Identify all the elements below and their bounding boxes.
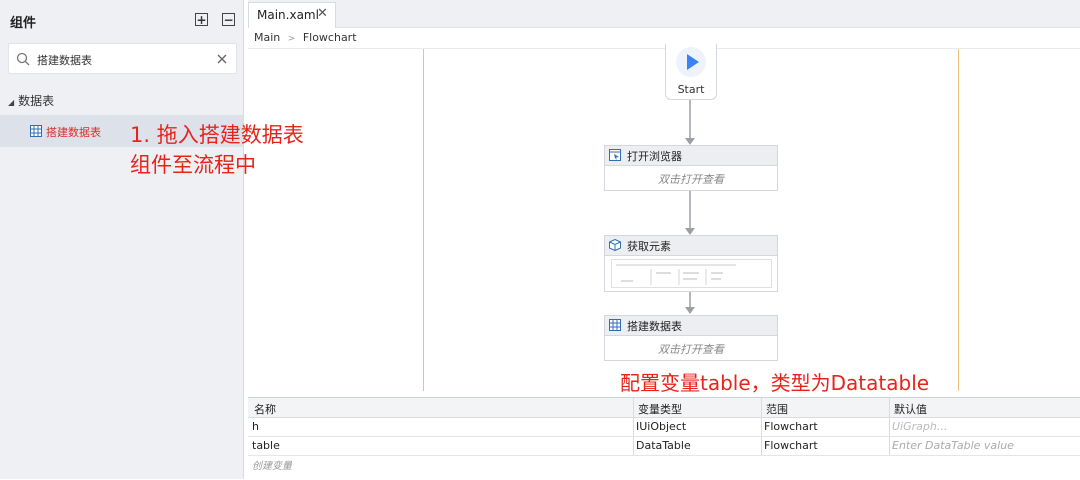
column-divider — [633, 398, 634, 455]
breadcrumb-current[interactable]: Flowchart — [303, 31, 357, 44]
activity-get-element[interactable]: 获取元素 — [604, 235, 778, 292]
column-header-default[interactable]: 默认值 — [894, 401, 927, 417]
table-grid-icon — [30, 125, 42, 137]
collapse-all-button[interactable]: − — [222, 13, 235, 26]
activity-title: 打开浏览器 — [627, 150, 682, 163]
table-grid-icon — [609, 319, 621, 331]
variable-name-cell[interactable]: h — [252, 420, 259, 433]
components-panel: 组件 + − ◢数据表 搭建数据表 — [0, 0, 244, 479]
column-divider — [761, 398, 762, 455]
variable-default-cell[interactable]: UiGraph... — [892, 420, 1072, 433]
column-header-scope[interactable]: 范围 — [766, 401, 788, 417]
variable-type-cell[interactable]: IUiObject — [636, 420, 686, 433]
activity-hint: 双击打开查看 — [658, 343, 724, 356]
tab-bar — [248, 0, 1080, 28]
canvas-divider — [248, 48, 1080, 49]
variable-type-cell[interactable]: DataTable — [636, 439, 691, 452]
activity-open-browser[interactable]: 打开浏览器 双击打开查看 — [604, 145, 778, 191]
play-icon — [676, 47, 706, 77]
tab-main-xaml[interactable]: Main.xaml ✕ — [248, 2, 336, 28]
activity-header: 获取元素 — [605, 236, 777, 256]
activity-title: 获取元素 — [627, 240, 671, 253]
tab-label: Main.xaml — [257, 8, 319, 22]
search-input[interactable] — [35, 50, 209, 70]
variable-scope-cell[interactable]: Flowchart — [764, 420, 818, 433]
breadcrumb: Main > Flowchart — [254, 31, 357, 44]
search-box — [8, 43, 237, 74]
breadcrumb-separator: > — [287, 34, 296, 44]
clear-search-icon[interactable] — [217, 54, 227, 64]
start-label: Start — [677, 83, 705, 96]
activity-build-datatable[interactable]: 搭建数据表 双击打开查看 — [604, 315, 778, 361]
row-divider — [248, 455, 1080, 456]
annotation-drag-component: 1. 拖入搭建数据表 组件至流程中 — [130, 120, 304, 180]
breadcrumb-root[interactable]: Main — [254, 31, 280, 44]
column-header-name[interactable]: 名称 — [254, 401, 276, 417]
element-preview-thumbnail — [611, 259, 772, 288]
close-icon[interactable]: ✕ — [317, 6, 328, 21]
activity-header: 打开浏览器 — [605, 146, 777, 166]
annotation-line1: 1. 拖入搭建数据表 — [130, 123, 304, 147]
start-node[interactable]: Start — [665, 44, 717, 100]
variable-name-cell[interactable]: table — [252, 439, 280, 452]
tree-item-label: 搭建数据表 — [46, 126, 101, 139]
column-divider — [889, 398, 890, 455]
create-variable-link[interactable]: 创建变量 — [252, 457, 292, 472]
activity-hint: 双击打开查看 — [658, 173, 724, 186]
lane-right-line — [958, 49, 959, 391]
variables-panel: 名称 变量类型 范围 默认值 h IUiObject Flowchart UiG… — [248, 397, 1080, 480]
panel-title: 组件 — [10, 16, 37, 31]
flow-connectors — [685, 100, 695, 314]
activity-header: 搭建数据表 — [605, 316, 777, 336]
activity-title: 搭建数据表 — [627, 320, 682, 333]
tree-category-label: 数据表 — [18, 94, 55, 108]
cube-icon — [609, 239, 621, 251]
column-header-type[interactable]: 变量类型 — [638, 401, 682, 417]
browser-icon — [609, 149, 621, 161]
expand-all-button[interactable]: + — [195, 13, 208, 26]
search-icon — [16, 52, 30, 66]
collapse-triangle-icon: ◢ — [8, 98, 15, 107]
tree-category-datatable[interactable]: ◢ 数据表 — [8, 92, 54, 109]
annotation-line2: 组件至流程中 — [130, 153, 256, 177]
lane-left-line — [423, 49, 424, 391]
annotation-configure-variable: 配置变量table，类型为Datatable — [620, 371, 930, 395]
row-divider — [248, 436, 1080, 437]
variable-default-cell[interactable]: Enter DataTable value — [892, 439, 1072, 452]
variable-scope-cell[interactable]: Flowchart — [764, 439, 818, 452]
